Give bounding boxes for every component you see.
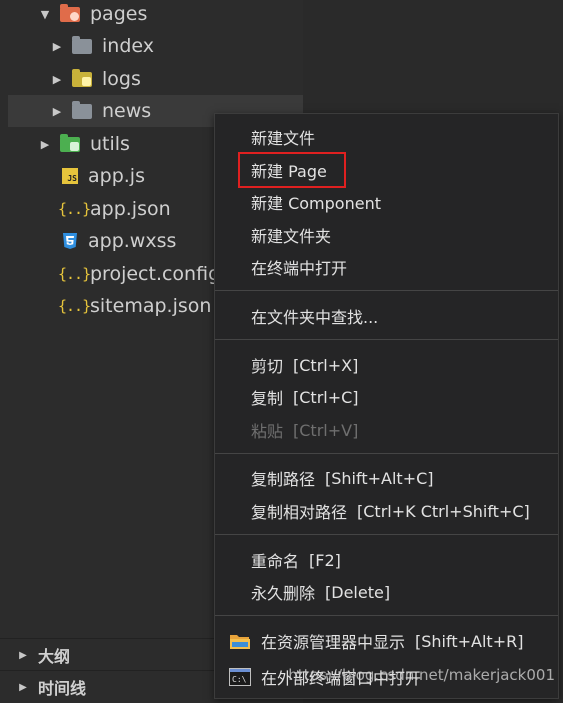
menu-item-shortcut: [Shift+Alt+R] xyxy=(415,631,524,651)
json-file-icon: {..} xyxy=(58,297,91,315)
menu-item-new-component[interactable]: 新建 Component xyxy=(251,187,381,217)
chevron-down-icon[interactable]: ▼ xyxy=(38,8,52,21)
panel-label: 时间线 xyxy=(38,679,87,698)
tree-item-label: app.json xyxy=(90,198,171,220)
menu-item-label: 复制 xyxy=(251,389,284,408)
menu-item-label: 永久删除 xyxy=(251,584,316,603)
chevron-right-icon[interactable]: ▶ xyxy=(50,105,64,118)
chevron-right-icon[interactable]: ▶ xyxy=(38,138,52,151)
menu-item-copy-path[interactable]: 复制路径 [Shift+Alt+C] xyxy=(251,463,434,493)
menu-item-new-page[interactable]: 新建 Page xyxy=(251,155,327,185)
tree-item-label: app.wxss xyxy=(88,230,177,252)
menu-item-label: 在资源管理器中显示 xyxy=(261,633,406,652)
tree-item-label: project.config xyxy=(90,263,221,285)
menu-separator xyxy=(215,615,558,616)
menu-item-label: 复制路径 xyxy=(251,470,316,489)
menu-item-cut[interactable]: 剪切 [Ctrl+X] xyxy=(251,350,358,380)
tree-item-label: news xyxy=(102,100,152,122)
tree-item-label: index xyxy=(102,35,154,57)
css-file-icon xyxy=(62,232,78,250)
menu-item-label: 新建 Component xyxy=(251,194,381,213)
watermark: https://blog.csdn.net/makerjack001 xyxy=(288,666,555,684)
menu-item-new-folder[interactable]: 新建文件夹 xyxy=(251,220,331,250)
js-file-icon: JS xyxy=(62,168,78,184)
folder-utils-icon xyxy=(60,133,80,152)
menu-item-reveal-in-explorer[interactable]: 在资源管理器中显示 [Shift+Alt+R] xyxy=(261,626,523,656)
panel-label: 大纲 xyxy=(38,647,71,666)
menu-separator xyxy=(215,453,558,454)
folder-icon xyxy=(72,100,92,119)
tree-item-label: app.js xyxy=(88,165,145,187)
folder-pages-icon xyxy=(60,3,80,22)
menu-item-label: 剪切 xyxy=(251,357,284,376)
menu-item-find-in-folder[interactable]: 在文件夹中查找... xyxy=(251,301,378,331)
menu-item-shortcut: [Ctrl+X] xyxy=(293,355,359,375)
folder-logs-icon xyxy=(72,68,92,87)
menu-item-copy-relative-path[interactable]: 复制相对路径 [Ctrl+K Ctrl+Shift+C] xyxy=(251,496,530,526)
chevron-right-icon[interactable]: ▶ xyxy=(16,650,30,661)
json-file-icon: {..} xyxy=(58,265,91,283)
tree-item-label: logs xyxy=(102,68,141,90)
menu-item-shortcut: [F2] xyxy=(309,550,341,570)
menu-item-shortcut: [Ctrl+K Ctrl+Shift+C] xyxy=(357,501,530,521)
json-file-icon: {..} xyxy=(58,200,91,218)
menu-item-delete-permanently[interactable]: 永久删除 [Delete] xyxy=(251,577,390,607)
explorer-folder-icon xyxy=(229,631,251,655)
menu-separator xyxy=(215,534,558,535)
menu-item-open-in-terminal[interactable]: 在终端中打开 xyxy=(251,252,347,282)
terminal-icon: C:\ xyxy=(229,668,251,690)
menu-item-label: 在文件夹中查找... xyxy=(251,308,379,327)
context-menu: 新建文件 新建 Page 新建 Component 新建文件夹 在终端中打开 在… xyxy=(214,113,559,699)
menu-item-label: 在终端中打开 xyxy=(251,259,348,278)
menu-item-copy[interactable]: 复制 [Ctrl+C] xyxy=(251,382,359,412)
menu-item-label: 新建文件 xyxy=(251,129,316,148)
tree-item-index[interactable]: ▶ index xyxy=(8,30,303,62)
tree-item-label: utils xyxy=(90,133,130,155)
menu-item-label: 粘贴 xyxy=(251,422,284,441)
menu-item-new-file[interactable]: 新建文件 xyxy=(251,122,315,152)
menu-item-label: 新建文件夹 xyxy=(251,227,332,246)
menu-item-label: 新建 Page xyxy=(251,162,327,181)
menu-item-label: 复制相对路径 xyxy=(251,503,348,522)
menu-separator xyxy=(215,339,558,340)
menu-item-shortcut: [Ctrl+C] xyxy=(293,387,359,407)
menu-separator xyxy=(215,290,558,291)
menu-item-paste: 粘贴 [Ctrl+V] xyxy=(251,415,358,445)
folder-icon xyxy=(72,35,92,54)
tree-item-label: sitemap.json xyxy=(90,295,212,317)
chevron-right-icon[interactable]: ▶ xyxy=(16,682,30,693)
tree-item-label: pages xyxy=(90,3,148,25)
tree-item-pages[interactable]: ▼ pages xyxy=(8,0,303,30)
menu-item-rename[interactable]: 重命名 [F2] xyxy=(251,545,341,575)
tree-item-logs[interactable]: ▶ logs xyxy=(8,63,303,95)
menu-item-shortcut: [Shift+Alt+C] xyxy=(325,468,434,488)
chevron-right-icon[interactable]: ▶ xyxy=(50,40,64,53)
menu-item-shortcut: [Ctrl+V] xyxy=(293,420,359,440)
chevron-right-icon[interactable]: ▶ xyxy=(50,73,64,86)
menu-item-label: 重命名 xyxy=(251,552,300,571)
menu-item-shortcut: [Delete] xyxy=(325,582,391,602)
svg-text:C:\: C:\ xyxy=(232,675,247,684)
